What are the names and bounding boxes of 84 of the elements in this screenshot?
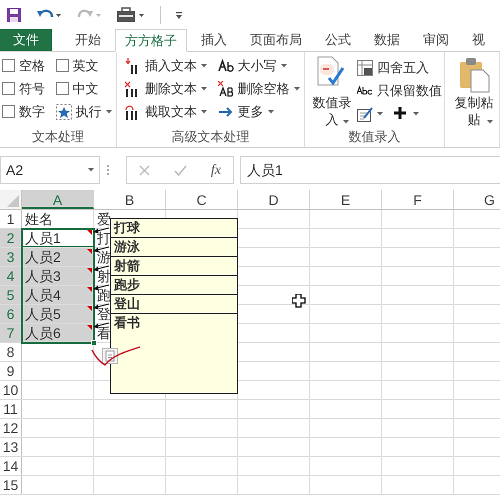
save-icon[interactable]	[6, 7, 22, 23]
plus-icon	[393, 106, 409, 122]
ribbon-tab[interactable]: 插入	[192, 29, 236, 51]
paste-options-icon[interactable]	[102, 348, 118, 364]
comment-text: 打球	[111, 219, 237, 238]
table-percent-icon	[357, 60, 373, 76]
ribbon-button[interactable]: 插入文本	[125, 56, 210, 75]
caret-icon	[487, 120, 493, 124]
table-cell: 人员2	[22, 248, 94, 266]
row-header[interactable]: 3	[0, 248, 22, 266]
ribbon-button[interactable]: 大小写	[218, 56, 302, 75]
enter-icon[interactable]	[174, 164, 187, 176]
remove-spaces-icon	[218, 80, 234, 96]
caret-icon	[280, 64, 286, 68]
ribbon-button[interactable]: 删除空格	[218, 79, 302, 98]
checkbox-option[interactable]: 符号	[2, 79, 48, 98]
caret-icon	[268, 110, 274, 114]
ribbon-button[interactable]: 只保留数值	[357, 81, 442, 100]
name-box[interactable]: A2	[0, 156, 100, 184]
checkbox[interactable]	[2, 59, 15, 72]
row-header[interactable]: 5	[0, 286, 22, 304]
triangle-icon	[7, 195, 19, 207]
checkbox-option[interactable]: 空格	[2, 56, 48, 75]
ribbon-tab[interactable]: 开始	[66, 29, 110, 51]
caret-icon	[343, 120, 349, 124]
insert-function-button[interactable]: fx	[210, 160, 221, 180]
ribbon-tab[interactable]: 视	[463, 29, 494, 51]
checkbox-option[interactable]: 数字	[2, 102, 48, 121]
table-cell: 人员5	[22, 305, 94, 323]
checkbox[interactable]	[2, 82, 15, 95]
clipboard-icon	[457, 56, 491, 94]
customize-icon[interactable]	[175, 10, 183, 20]
ribbon-tab[interactable]: 方方格子	[115, 29, 187, 52]
cancel-icon[interactable]	[138, 164, 150, 176]
group-label: 高级文本处理	[170, 128, 250, 146]
caret-icon	[377, 112, 383, 116]
row-header[interactable]: 6	[0, 305, 22, 323]
comment-text: 登山	[111, 295, 237, 314]
row-header[interactable]: 7	[0, 324, 22, 342]
checkbox[interactable]	[56, 82, 68, 95]
caret-icon	[106, 110, 112, 114]
row-header[interactable]: 4	[0, 267, 22, 285]
table-cell: 姓名	[22, 210, 94, 228]
checkbox-option[interactable]: 中文	[56, 79, 114, 98]
checkbox[interactable]	[56, 59, 68, 72]
caret-icon	[201, 64, 207, 68]
group-label: 文本处理	[31, 128, 85, 146]
group-label: 数值录入	[348, 128, 402, 146]
grip-icon	[106, 164, 110, 176]
table-cell: 人员6	[22, 324, 94, 342]
ribbon-tab[interactable]: 公式	[316, 29, 360, 51]
ribbon-tab[interactable]: 页面布局	[241, 29, 311, 51]
checkmark-annotation	[90, 344, 142, 368]
toolbox-icon[interactable]	[116, 7, 146, 23]
fill-handle[interactable]	[91, 340, 97, 346]
row-header[interactable]: 2	[0, 229, 22, 247]
caret-icon	[201, 86, 207, 90]
large-button[interactable]: 复制粘贴	[451, 56, 497, 124]
caret-icon	[294, 86, 300, 90]
table-cell: 人员3	[22, 267, 94, 285]
checkbox-option[interactable]: 英文	[56, 56, 114, 75]
ribbon-tab[interactable]: 审阅	[414, 29, 458, 51]
table-cell: 人员1	[22, 229, 94, 247]
file-tab[interactable]: 文件	[0, 29, 52, 51]
edit-icon	[357, 106, 373, 122]
caret-icon	[88, 168, 94, 172]
case-icon	[218, 58, 234, 74]
checkbox[interactable]	[2, 105, 15, 118]
comment-text: 游泳	[111, 238, 237, 257]
ribbon-button[interactable]: 四舍五入	[357, 58, 442, 77]
column-header[interactable]: A	[22, 190, 94, 209]
ribbon-tab[interactable]: 数据	[365, 29, 409, 51]
caret-icon	[201, 110, 207, 114]
caret-icon	[413, 112, 419, 116]
ribbon-button[interactable]: 截取文本	[125, 102, 210, 121]
large-button[interactable]: 数值录入	[311, 56, 353, 124]
ribbon-button[interactable]: 执行	[56, 102, 114, 121]
ribbon-button[interactable]: 更多	[218, 102, 302, 121]
ribbon-button[interactable]: 删除文本	[125, 79, 210, 98]
formula-field[interactable]: 人员1	[240, 156, 500, 184]
comment-text: 射箭	[111, 257, 237, 276]
comment-text: 跑步	[111, 276, 237, 295]
star-icon	[56, 104, 72, 120]
table-cell: 人员4	[22, 286, 94, 304]
